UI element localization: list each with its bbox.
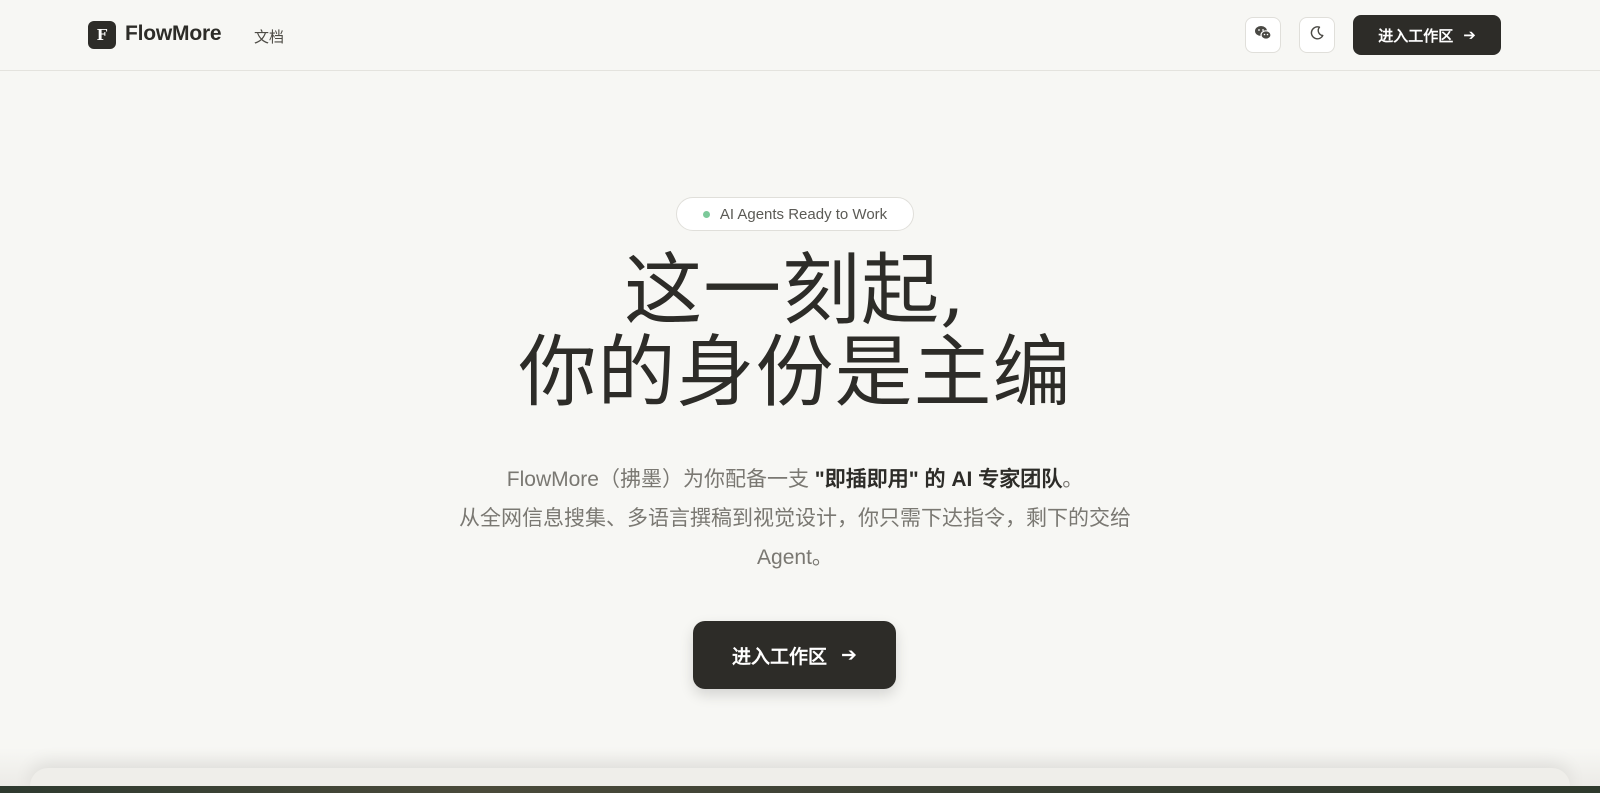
subtitle-text-b: 。 xyxy=(1062,468,1084,491)
enter-workspace-button-hero[interactable]: 进入工作区 ➔ xyxy=(693,621,896,689)
arrow-right-icon: ➔ xyxy=(1463,27,1476,44)
subtitle-bold: "即插即用" 的 AI 专家团队 xyxy=(814,468,1063,491)
subtitle-line-2: 从全网信息搜集、多语言撰稿到视觉设计，你只需下达指令，剩下的交给 xyxy=(459,507,1131,530)
preview-image-strip xyxy=(0,786,1600,793)
subtitle-line-1: FlowMore（拂墨）为你配备一支 "即插即用" 的 AI 专家团队。 xyxy=(420,460,1170,499)
wechat-button[interactable] xyxy=(1245,17,1281,53)
hero-cta-label: 进入工作区 xyxy=(732,646,828,668)
enter-workspace-label: 进入工作区 xyxy=(1378,27,1454,45)
status-badge-text: AI Agents Ready to Work xyxy=(719,205,888,223)
enter-workspace-button-header[interactable]: 进入工作区 ➔ xyxy=(1353,15,1501,55)
theme-toggle-button[interactable] xyxy=(1299,17,1335,53)
headline-line-2: 你的身份是主编 xyxy=(518,328,1072,418)
status-dot-icon xyxy=(702,210,710,218)
logo-mark[interactable]: F xyxy=(88,21,116,49)
moon-icon xyxy=(1309,25,1325,46)
subtitle-text-a: FlowMore（拂墨）为你配备一支 xyxy=(506,468,815,491)
status-badge: AI Agents Ready to Work xyxy=(676,197,914,231)
subtitle-line-3: Agent。 xyxy=(757,546,833,569)
headline-line-1: 这一刻起, xyxy=(624,246,966,336)
nav-docs-link[interactable]: 文档 xyxy=(254,26,284,47)
top-navigation-bar: F FlowMore 文档 进入工作区 ➔ xyxy=(0,0,1600,71)
arrow-right-icon: ➔ xyxy=(841,644,857,666)
brand-name[interactable]: FlowMore xyxy=(125,22,222,46)
wechat-icon xyxy=(1254,25,1272,46)
hero-subtitle: FlowMore（拂墨）为你配备一支 "即插即用" 的 AI 专家团队。 从全网… xyxy=(420,460,1170,577)
hero-headline: 这一刻起, 你的身份是主编 xyxy=(0,250,1590,414)
